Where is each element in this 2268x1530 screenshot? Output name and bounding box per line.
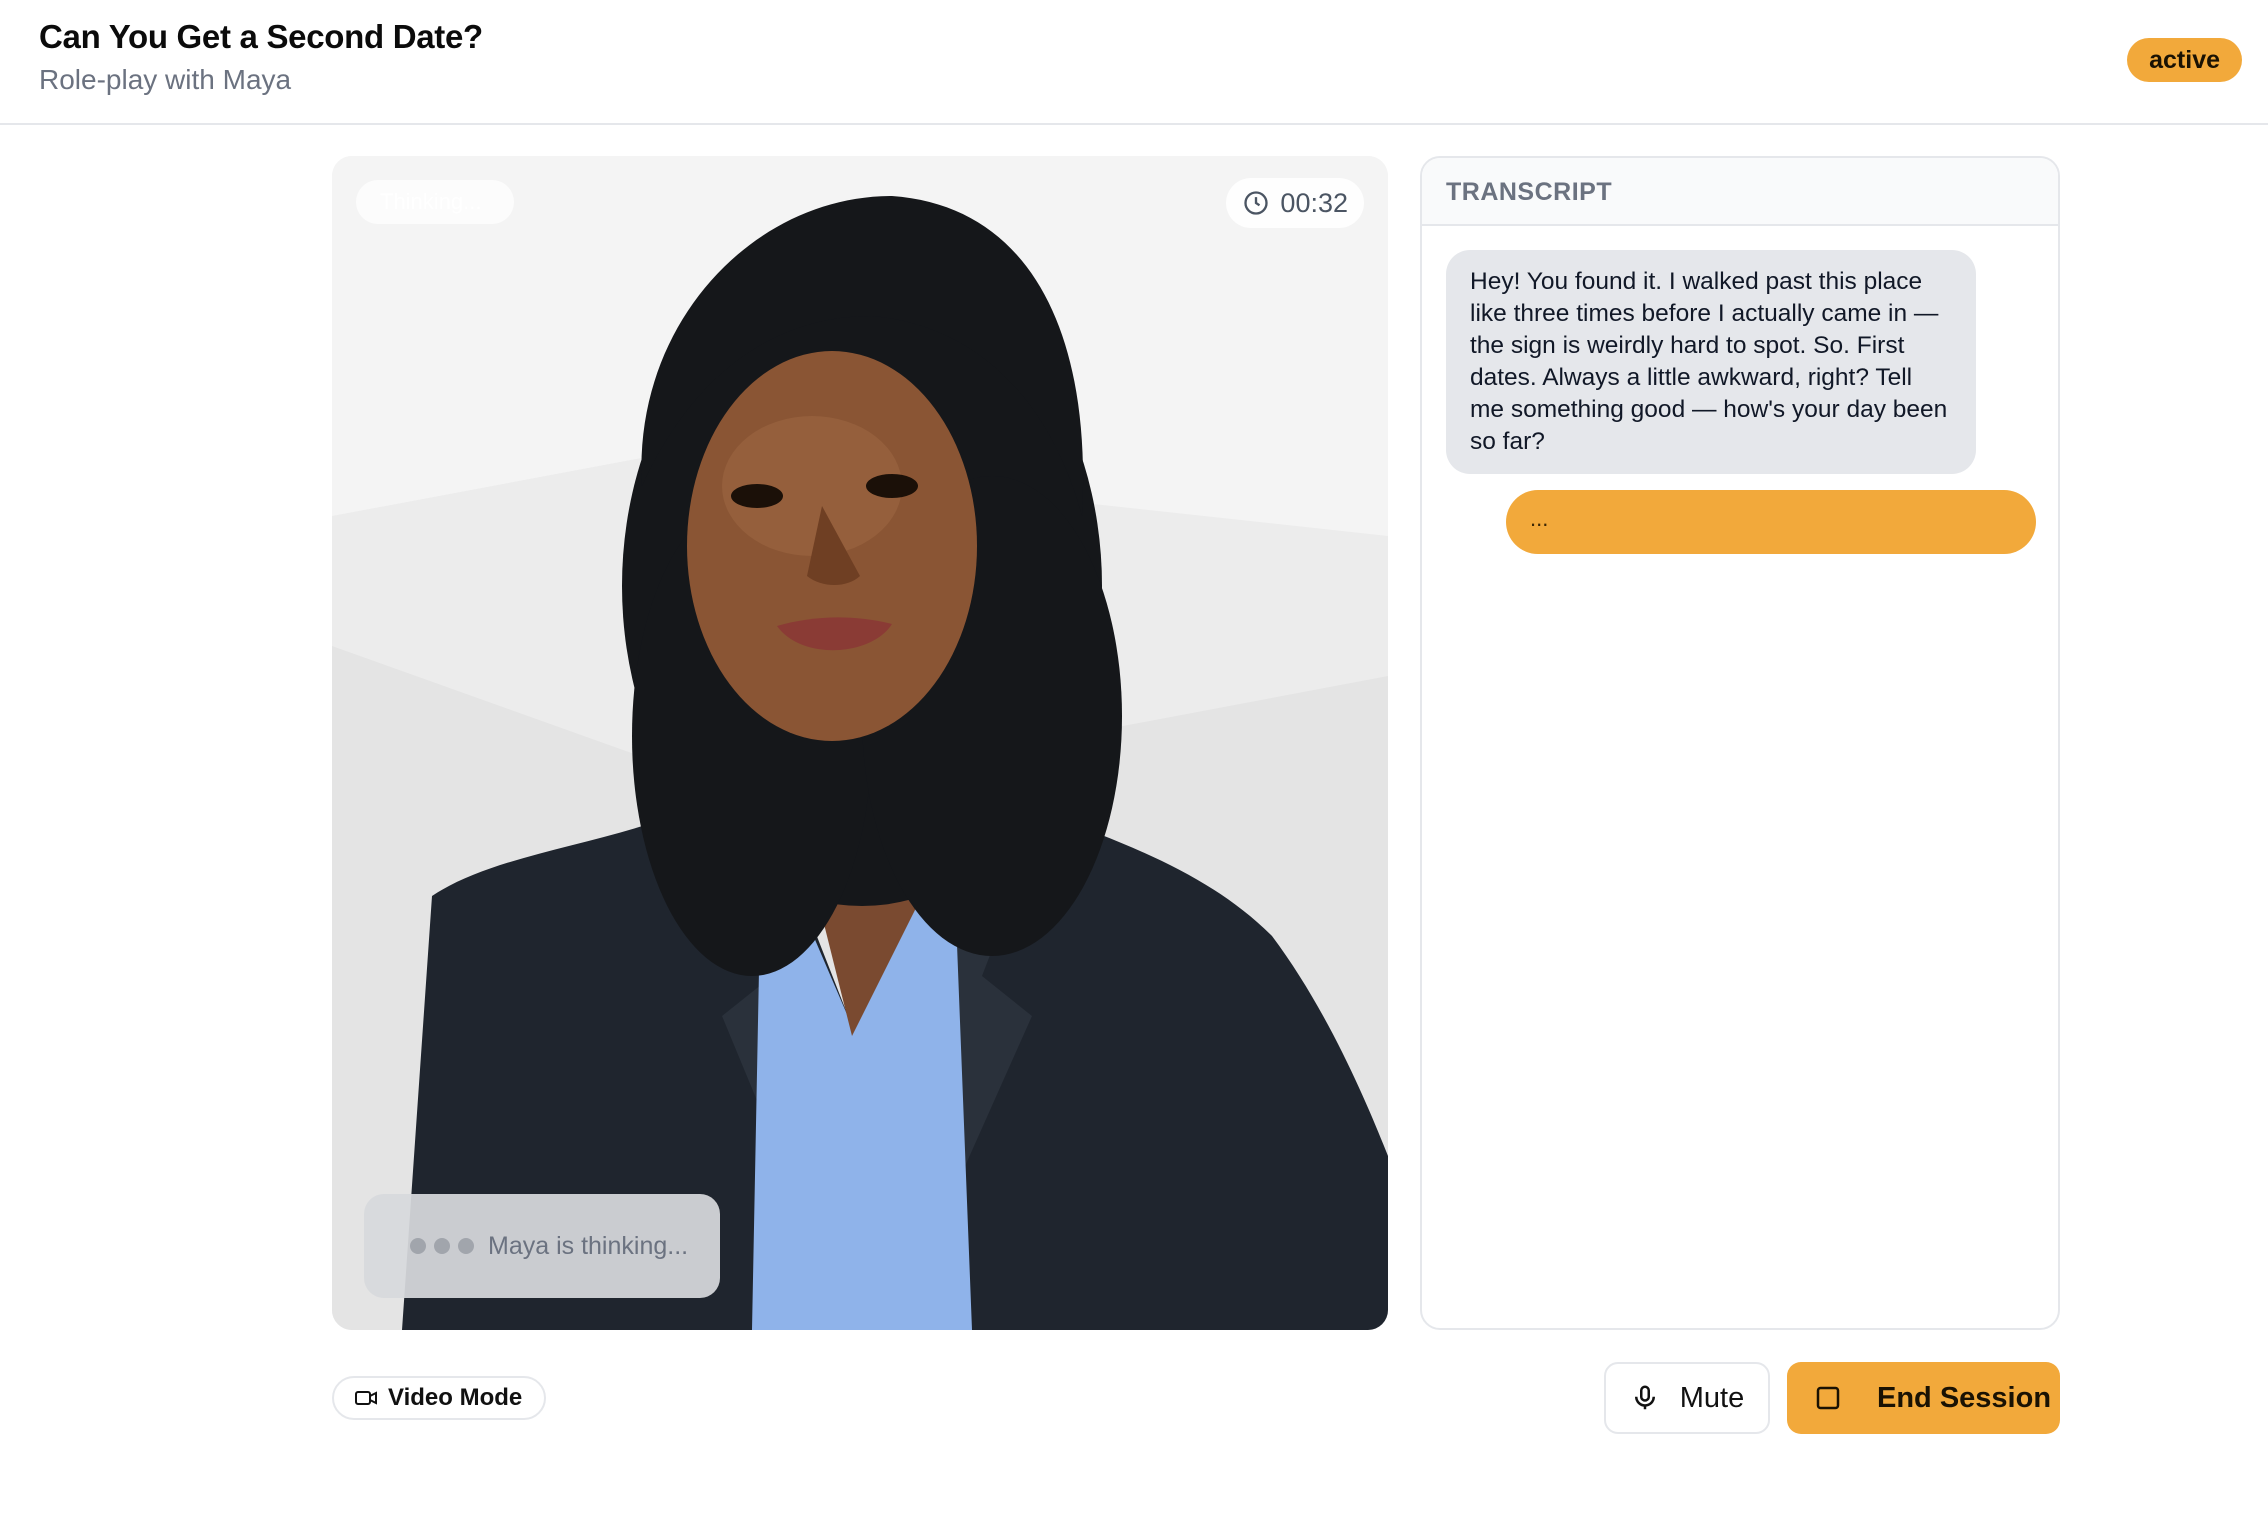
page-title: Can You Get a Second Date? — [39, 18, 483, 55]
stop-icon — [1816, 1386, 1840, 1410]
transcript-heading: TRANSCRIPT — [1422, 158, 2058, 226]
avatar-video — [332, 156, 1388, 1330]
assistant-message: Hey! You found it. I walked past this pl… — [1446, 250, 1976, 474]
thinking-indicator: Maya is thinking... — [364, 1194, 720, 1298]
video-mode-label: Video Mode — [388, 1384, 523, 1411]
microphone-icon — [1634, 1385, 1655, 1410]
mute-label: Mute — [1679, 1381, 1745, 1414]
timer-value: 00:32 — [1280, 187, 1348, 218]
video-panel: Thinking... 00:32 Maya is thinking... — [332, 156, 1388, 1330]
end-session-label: End Session — [1877, 1381, 2052, 1414]
session-timer: 00:32 — [1226, 178, 1364, 228]
mute-button[interactable]: Mute — [1604, 1362, 1770, 1434]
video-mode-toggle[interactable]: Video Mode — [332, 1376, 547, 1420]
page-subtitle: Role-play with Maya — [39, 64, 292, 95]
user-message: ... — [1506, 490, 2036, 554]
end-session-button[interactable]: End Session — [1787, 1362, 2060, 1434]
status-pill: Thinking... — [356, 180, 514, 224]
clock-icon — [1244, 191, 1269, 215]
thinking-text: Maya is thinking... — [488, 1231, 689, 1260]
video-camera-icon — [355, 1391, 377, 1405]
transcript-panel[interactable]: TRANSCRIPT Hey! You found it. I walked p… — [1420, 156, 2060, 1330]
page-header: Can You Get a Second Date? Role-play wit… — [0, 0, 2268, 125]
typing-dots-icon — [410, 1238, 474, 1254]
status-badge: active — [2127, 38, 2242, 82]
